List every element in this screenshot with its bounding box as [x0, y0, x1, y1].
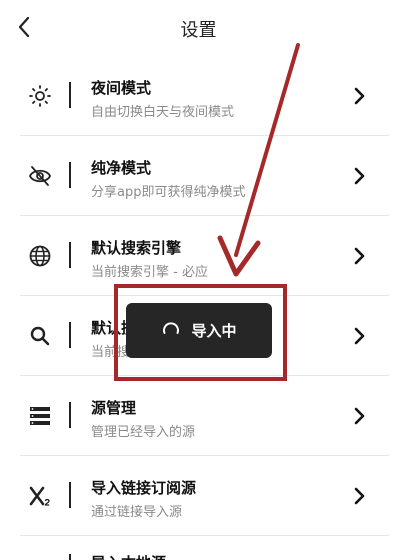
setting-title: 源管理: [91, 399, 137, 417]
setting-title: 纯净模式: [91, 159, 152, 177]
chevron-right-icon: [354, 487, 365, 505]
separator-bar: [69, 82, 71, 108]
chevron-right-icon: [354, 407, 365, 425]
subscript-icon: [26, 482, 54, 510]
setting-pure-mode[interactable]: 纯净模式 分享app即可获得纯净模式: [0, 136, 397, 216]
separator-bar: [69, 554, 71, 560]
setting-subtitle: 管理已经导入的源: [91, 425, 196, 440]
setting-import-link-subscription[interactable]: 导入链接订阅源 通过链接导入源: [0, 456, 397, 536]
sun-icon: [26, 82, 54, 110]
setting-night-mode[interactable]: 夜间模式 自由切换白天与夜间模式: [0, 56, 397, 136]
page-title: 设置: [180, 20, 217, 41]
setting-subtitle: 分享app即可获得纯净模式: [91, 185, 246, 200]
separator-bar: [69, 402, 71, 428]
separator-bar: [69, 242, 71, 268]
eye-slash-icon: [26, 162, 54, 190]
chevron-right-icon: [354, 327, 365, 345]
annotation-highlight-box: [114, 284, 287, 381]
separator-bar: [69, 322, 71, 348]
setting-subtitle: 当前搜索引擎 - 必应: [91, 265, 208, 280]
setting-subtitle: 自由切换白天与夜间模式: [91, 105, 235, 120]
globe-icon: [26, 242, 54, 270]
header: 设置: [0, 0, 397, 56]
setting-title: 默认搜索引擎: [91, 239, 182, 257]
chevron-right-icon: [354, 247, 365, 265]
list-icon: [26, 402, 54, 430]
setting-title: 导入本地源: [91, 552, 166, 560]
setting-title: 导入链接订阅源: [91, 479, 197, 497]
setting-import-local-source[interactable]: 导入本地源: [0, 536, 397, 560]
separator-bar: [69, 482, 71, 508]
separator-bar: [69, 162, 71, 188]
search-icon: [26, 322, 54, 350]
setting-source-management[interactable]: 源管理 管理已经导入的源: [0, 376, 397, 456]
setting-subtitle: 通过链接导入源: [91, 505, 183, 520]
chevron-right-icon: [354, 167, 365, 185]
setting-title: 夜间模式: [91, 79, 152, 97]
chevron-right-icon: [354, 87, 365, 105]
